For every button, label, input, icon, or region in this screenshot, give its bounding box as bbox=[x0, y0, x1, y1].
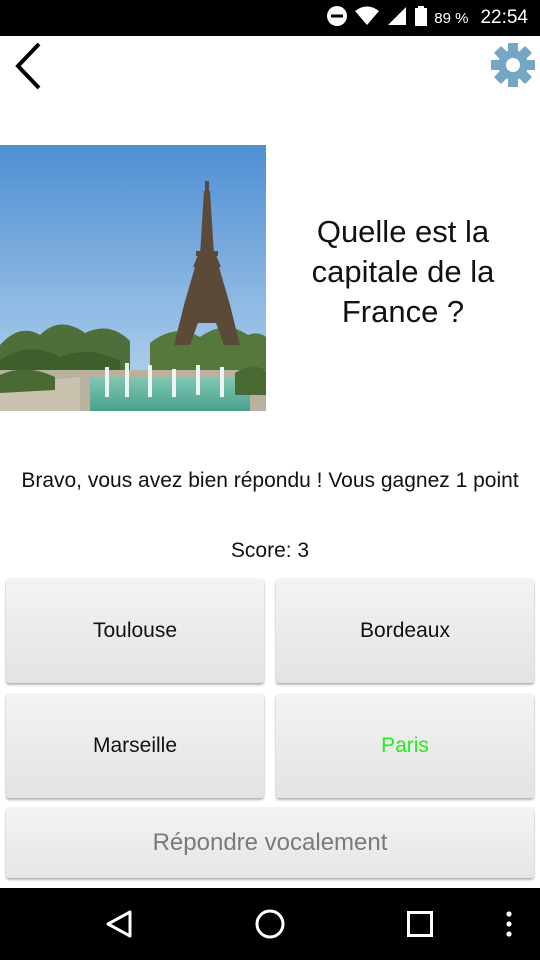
do-not-disturb-icon bbox=[326, 5, 348, 32]
settings-button[interactable] bbox=[490, 40, 536, 90]
answer-button-toulouse[interactable]: Toulouse bbox=[6, 579, 264, 683]
back-button[interactable] bbox=[6, 38, 50, 94]
battery-percent: 89 % bbox=[434, 9, 469, 27]
question-image bbox=[0, 145, 266, 411]
score-label: Score: 3 bbox=[230, 539, 310, 562]
voice-answer-label: Répondre vocalement bbox=[152, 829, 388, 856]
quiz-screen: Quelle est la capitale de la France ? Br… bbox=[0, 36, 540, 888]
overflow-menu-icon bbox=[506, 911, 512, 937]
wifi-icon bbox=[354, 5, 380, 32]
voice-answer-button[interactable]: Répondre vocalement bbox=[6, 808, 534, 878]
answer-label: Marseille bbox=[92, 734, 178, 757]
nav-home-button[interactable] bbox=[248, 902, 292, 946]
signal-icon bbox=[386, 5, 408, 32]
answer-button-paris[interactable]: Paris bbox=[276, 694, 534, 798]
answer-label: Toulouse bbox=[92, 619, 178, 642]
clock: 22:54 bbox=[480, 7, 528, 28]
answer-button-marseille[interactable]: Marseille bbox=[6, 694, 264, 798]
back-arrow-icon bbox=[15, 42, 41, 90]
navigation-bar bbox=[0, 888, 540, 960]
feedback-message: Bravo, vous avez bien répondu ! Vous gag… bbox=[21, 469, 519, 492]
overflow-menu-button[interactable] bbox=[494, 902, 524, 946]
question-text: Quelle est la capitale de la France ? bbox=[311, 214, 495, 329]
answer-label-correct: Paris bbox=[381, 734, 429, 757]
battery-icon bbox=[414, 5, 428, 32]
gear-icon bbox=[491, 43, 535, 87]
answer-label: Bordeaux bbox=[360, 619, 450, 642]
status-icons: 89 % 22:54 bbox=[326, 0, 528, 36]
eiffel-tower-photo bbox=[0, 145, 266, 411]
nav-back-icon bbox=[106, 910, 132, 938]
nav-back-button[interactable] bbox=[97, 902, 141, 946]
nav-home-icon bbox=[255, 909, 285, 939]
nav-recents-button[interactable] bbox=[398, 902, 442, 946]
nav-recents-icon bbox=[407, 911, 433, 937]
status-bar: 89 % 22:54 bbox=[0, 0, 540, 36]
answer-button-bordeaux[interactable]: Bordeaux bbox=[276, 579, 534, 683]
